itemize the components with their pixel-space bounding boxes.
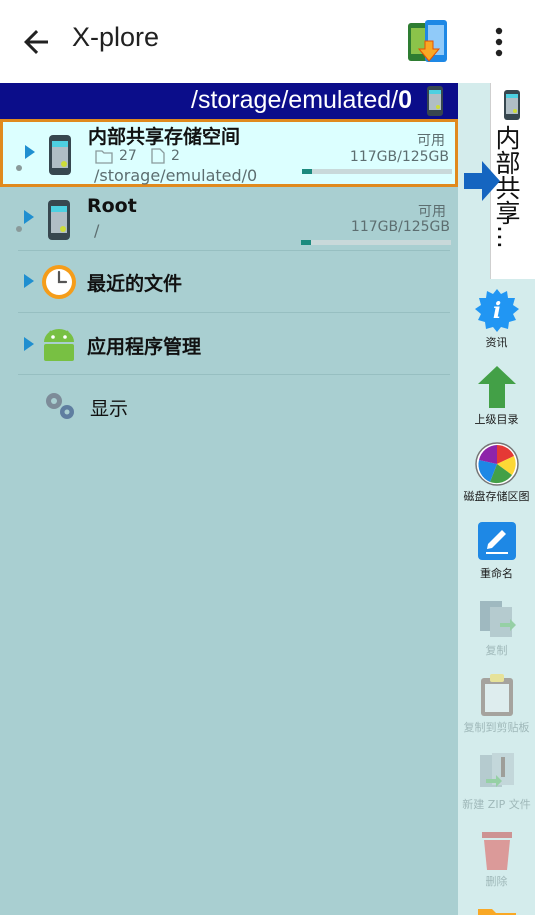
tool-label: 资讯	[485, 336, 508, 349]
zip-icon	[480, 753, 514, 787]
path-bar[interactable]: /storage/emulated/0	[0, 83, 458, 119]
storage-path: /	[94, 221, 100, 240]
storage-path: /storage/emulated/0	[94, 166, 258, 185]
app-title: X-plore	[72, 22, 160, 52]
storage-usage-bar	[301, 240, 451, 245]
storage-name: 内部共享存储空间	[88, 126, 241, 148]
dot-indicator	[16, 165, 22, 171]
tool-label: 磁盘存储区图	[463, 490, 530, 503]
trash-icon	[482, 832, 512, 870]
expand-arrow-icon[interactable]	[25, 145, 35, 159]
storage-usage-bar	[302, 169, 452, 174]
clock-icon	[42, 265, 76, 299]
tool-label: 删除	[485, 875, 508, 888]
app-manager-label: 应用程序管理	[87, 336, 202, 358]
recent-files-label: 最近的文件	[87, 273, 183, 295]
storage-usage-fill	[302, 169, 312, 174]
tool-parent-folder[interactable]: 上级目录	[458, 360, 535, 437]
file-icon	[151, 148, 165, 164]
recent-files-row[interactable]: 最近的文件	[0, 251, 458, 313]
tool-rename[interactable]: 重命名	[458, 514, 535, 591]
tool-label: 复制	[485, 644, 508, 657]
storage-row-internal[interactable]: 内部共享存储空间 27 2 /storage/emulated/0 可用 117…	[0, 119, 458, 187]
pane-switch-icon[interactable]	[405, 17, 451, 67]
info-icon: i	[475, 289, 519, 332]
expand-arrow-icon[interactable]	[24, 337, 34, 351]
storage-size: 117GB/125GB	[349, 149, 449, 165]
file-count: 2	[171, 148, 180, 164]
tool-label: 复制到剪贴板	[463, 721, 530, 734]
storage-name: Root	[87, 195, 137, 217]
tool-delete[interactable]: 删除	[458, 822, 535, 899]
copy-icon	[480, 601, 516, 637]
tool-disk-map[interactable]: 磁盘存储区图	[458, 437, 535, 514]
more-vert-icon[interactable]	[484, 24, 514, 60]
app-bar: X-plore	[0, 0, 535, 83]
tool-label: 上级目录	[474, 413, 519, 426]
tool-more-partial[interactable]	[458, 899, 535, 915]
expand-arrow-icon[interactable]	[24, 274, 34, 288]
storage-usage-fill	[301, 240, 311, 245]
phone-storage-icon	[504, 90, 520, 120]
arrow-left-icon[interactable]	[18, 24, 54, 60]
tool-label: 重命名	[480, 567, 513, 580]
tool-new-zip[interactable]: 新建 ZIP 文件	[458, 745, 535, 822]
storage-size: 117GB/125GB	[350, 219, 450, 235]
clipboard-icon	[481, 674, 513, 716]
phone-storage-icon	[427, 86, 443, 116]
parent-folder-arrow-icon	[478, 366, 516, 408]
disk-map-icon	[475, 442, 519, 486]
phone-storage-icon	[48, 200, 70, 240]
phone-storage-icon	[49, 135, 71, 175]
android-icon	[44, 329, 74, 361]
tool-info[interactable]: i 资讯	[458, 283, 535, 360]
file-panel: /storage/emulated/0 内部共享存储空间 27 2 /stora…	[0, 83, 458, 915]
available-label: 可用	[417, 133, 445, 149]
arrow-right-icon	[464, 161, 500, 201]
storage-row-root[interactable]: Root / 可用 117GB/125GB	[0, 189, 458, 251]
expand-arrow-icon[interactable]	[24, 210, 34, 224]
gears-icon	[46, 393, 74, 419]
app-manager-row[interactable]: 应用程序管理	[0, 313, 458, 375]
current-path: /storage/emulated/0	[191, 86, 412, 114]
right-toolbar: 内部共享... i 资讯 上级目录 磁盘存储区图 重命名 复制 复制到剪贴板 新…	[458, 83, 535, 915]
svg-text:i: i	[493, 298, 501, 324]
tool-label: 新建 ZIP 文件	[462, 798, 531, 811]
folder-icon	[95, 150, 113, 164]
display-row[interactable]: 显示	[0, 375, 458, 437]
dot-indicator	[16, 226, 22, 232]
folder-count: 27	[119, 148, 137, 164]
rename-pencil-icon	[478, 522, 516, 560]
tool-copy-clipboard[interactable]: 复制到剪贴板	[458, 668, 535, 745]
available-label: 可用	[418, 204, 446, 220]
folder-icon	[478, 909, 516, 915]
tool-copy[interactable]: 复制	[458, 591, 535, 668]
display-label: 显示	[90, 398, 129, 420]
